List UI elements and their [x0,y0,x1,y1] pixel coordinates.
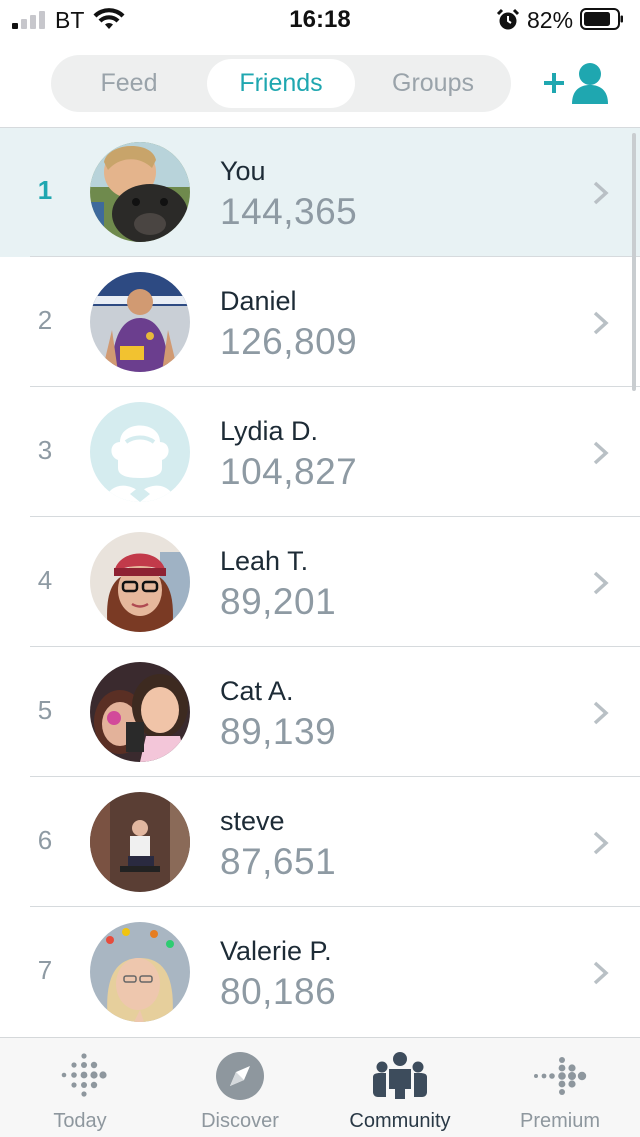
fitbit-dots-icon [61,1053,107,1097]
compass-icon [216,1052,264,1100]
rank-number: 2 [37,305,53,335]
avatar[interactable] [90,142,190,242]
chevron-right-icon [593,831,609,855]
step-count: 87,651 [220,841,337,882]
tab-label: Discover [201,1110,279,1132]
community-segmented-control: Feed Friends Groups [51,55,511,112]
friend-name: Leah T. [220,546,309,576]
chevron-right-icon [593,571,609,595]
default-avatar-icon[interactable] [90,402,190,502]
step-count: 126,809 [220,321,358,362]
tab-label: Today [53,1110,107,1132]
rank-number: 3 [37,435,53,465]
scrollbar[interactable] [632,133,636,391]
divider [0,127,640,128]
bottom-tab-bar: Today Discover Community Premium [0,1037,640,1137]
avatar[interactable] [90,532,190,632]
chevron-right-icon [593,701,609,725]
leaderboard-row[interactable]: 6 steve 87,651 [0,777,640,907]
step-count: 144,365 [220,191,358,232]
friend-name: You [220,156,266,186]
avatar[interactable] [90,792,190,892]
fitbit-premium-icon [534,1057,587,1095]
rank-number: 7 [37,955,53,985]
chevron-right-icon [593,961,609,985]
tab-community[interactable]: Community [320,1038,480,1137]
friend-name: Cat A. [220,676,294,706]
friend-name: Valerie P. [220,936,332,966]
leaderboard-row[interactable]: 3 Lydia D. 104,827 [0,387,640,517]
friend-name: Lydia D. [220,416,319,446]
step-count: 89,139 [220,711,337,752]
avatar[interactable] [90,272,190,372]
battery-icon [580,8,623,30]
alarm-icon [496,8,520,30]
add-friend-icon[interactable] [540,60,612,106]
rank-number: 6 [37,825,53,855]
leaderboard-row[interactable]: 7 Valerie P. 80,186 [0,907,640,1037]
leaderboard-row[interactable]: 1 You 144,365 [0,127,640,257]
step-count: 104,827 [220,451,358,492]
leaderboard-row[interactable]: 5 Cat A. 89,139 [0,647,640,777]
leaderboard-row[interactable]: 2 Daniel 126,809 [0,257,640,387]
friends-leaderboard: 1 You 144,365 2 Daniel 126,809 3 Lydia D… [0,127,640,1037]
avatar[interactable] [90,922,190,1022]
people-icon [373,1052,427,1099]
chevron-right-icon [593,181,609,205]
rank-number: 4 [37,565,53,595]
friend-name: Daniel [220,286,297,316]
tab-friends[interactable]: Friends [207,59,355,108]
step-count: 80,186 [220,971,337,1012]
tab-premium[interactable]: Premium [480,1038,640,1137]
rank-number: 1 [37,175,53,205]
tab-feed[interactable]: Feed [55,59,203,108]
step-count: 89,201 [220,581,337,622]
leaderboard-row[interactable]: 4 Leah T. 89,201 [0,517,640,647]
avatar[interactable] [90,662,190,762]
tab-groups[interactable]: Groups [359,59,507,108]
tab-label: Premium [519,1110,600,1132]
tab-today[interactable]: Today [0,1038,160,1137]
tab-label: Community [349,1110,451,1132]
chevron-right-icon [593,441,609,465]
battery-percentage: 82% [527,7,574,33]
friend-name: steve [220,806,285,836]
rank-number: 5 [37,695,53,725]
chevron-right-icon [593,311,609,335]
status-bar: BT 16:18 82% [0,0,640,40]
tab-discover[interactable]: Discover [160,1038,320,1137]
